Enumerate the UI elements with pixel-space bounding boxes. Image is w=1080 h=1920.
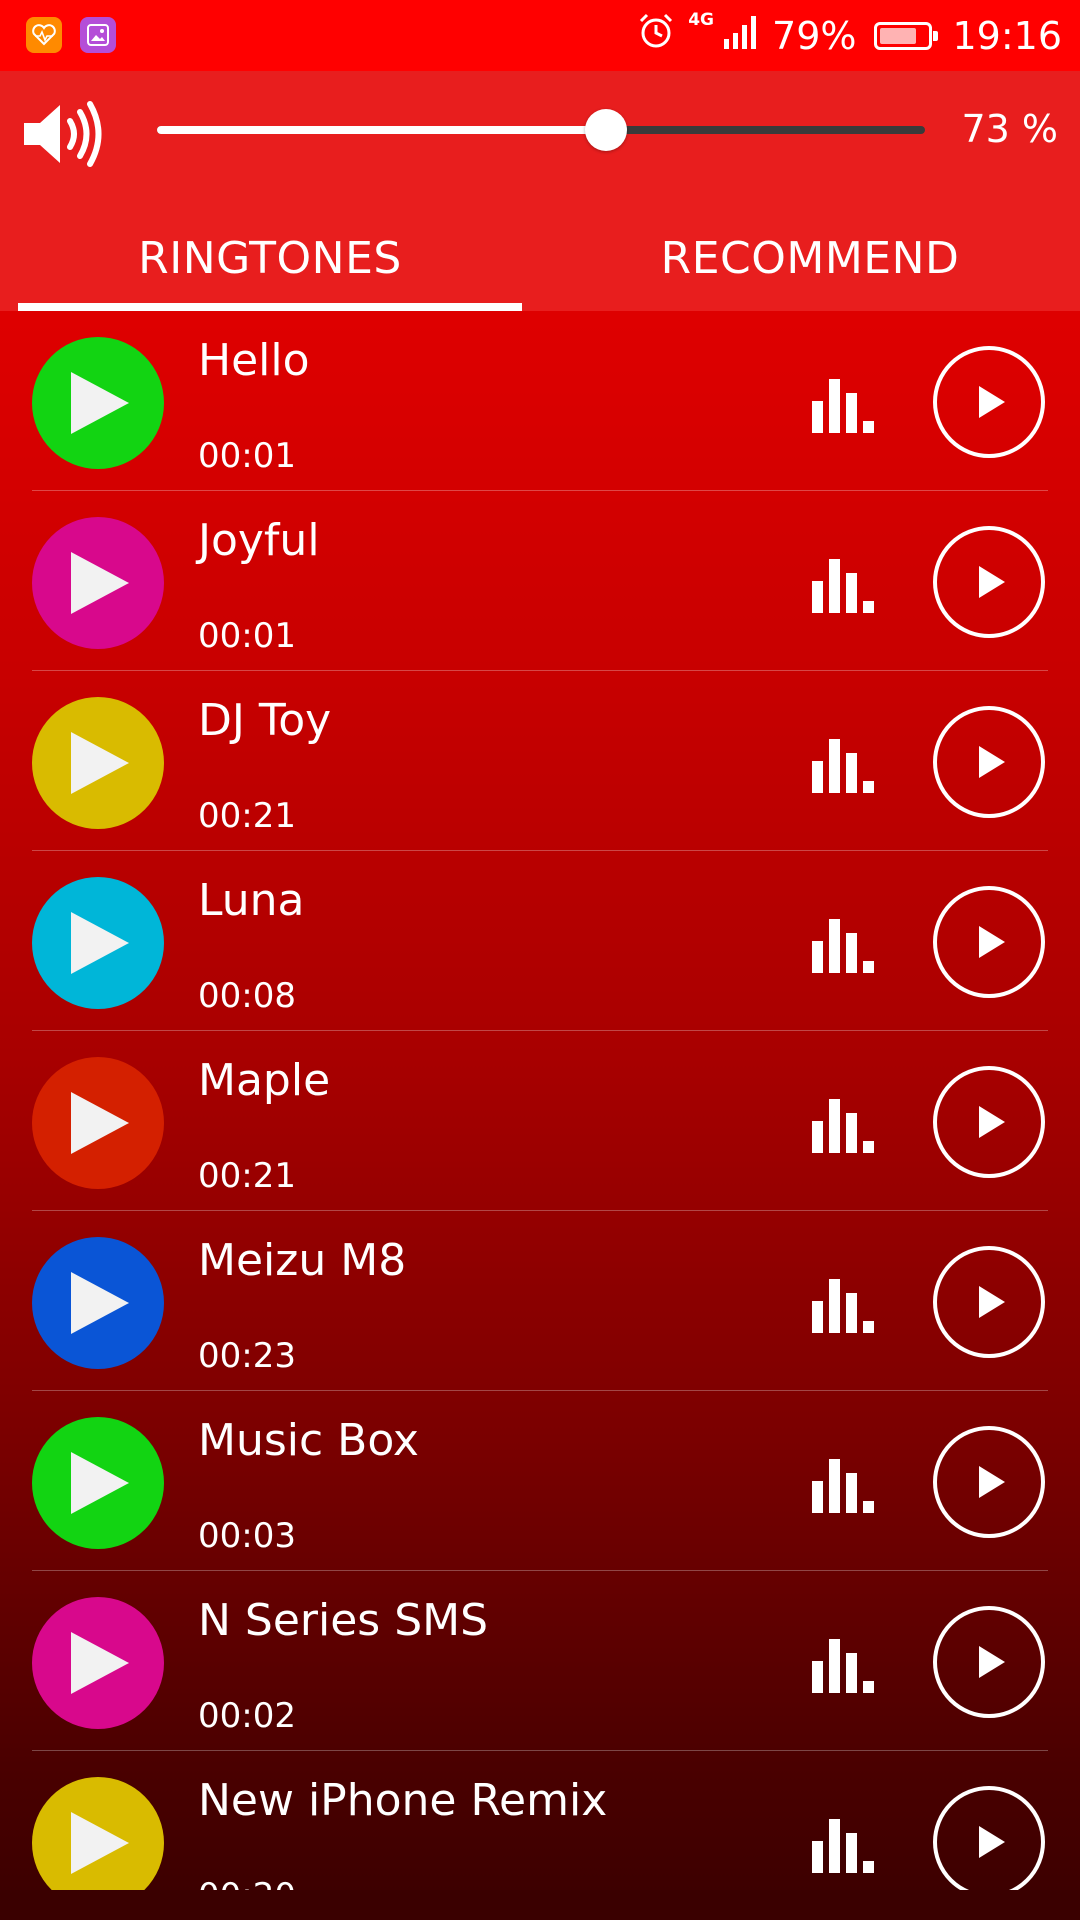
ringtone-avatar-play-icon[interactable] (32, 517, 164, 649)
list-item[interactable]: Hello 00:01 (0, 311, 1080, 491)
play-icon (979, 1106, 1005, 1138)
play-button[interactable] (933, 1426, 1045, 1538)
bottom-edge (0, 1890, 1080, 1920)
list-item[interactable]: Joyful 00:01 (0, 491, 1080, 671)
ringtone-avatar-play-icon[interactable] (32, 1417, 164, 1549)
active-tab-indicator (18, 303, 522, 311)
play-icon (979, 1826, 1005, 1858)
ringtone-avatar-play-icon[interactable] (32, 1777, 164, 1891)
speaker-icon[interactable] (20, 99, 106, 173)
equalizer-icon (810, 1633, 884, 1697)
tab-recommend[interactable]: RECOMMEND (540, 221, 1080, 311)
volume-percent: 73 % (961, 107, 1058, 151)
volume-slider-fill (157, 126, 606, 134)
play-button[interactable] (933, 346, 1045, 458)
signal-icon (720, 11, 760, 60)
ringtone-title: Meizu M8 (198, 1235, 407, 1286)
health-app-icon (26, 17, 62, 53)
ringtone-duration: 00:08 (198, 976, 296, 1016)
network-type: 4G (688, 9, 715, 30)
ringtone-duration: 00:01 (198, 436, 296, 476)
ringtone-title: Luna (198, 875, 305, 926)
ringtone-list: Hello 00:01 Joyful 00:01 DJ Toy 00:21 Lu… (0, 311, 1080, 1891)
equalizer-icon (810, 733, 884, 797)
ringtone-avatar-play-icon[interactable] (32, 1237, 164, 1369)
equalizer-icon (810, 553, 884, 617)
tab-bar: RINGTONES RECOMMEND (0, 221, 1080, 311)
play-icon (979, 1646, 1005, 1678)
list-item[interactable]: New iPhone Remix 00:20 (0, 1751, 1080, 1891)
play-icon (979, 1466, 1005, 1498)
play-icon (979, 386, 1005, 418)
tab-recommend-label: RECOMMEND (660, 233, 960, 284)
play-icon (979, 926, 1005, 958)
ringtone-duration: 00:02 (198, 1696, 296, 1736)
ringtone-duration: 00:21 (198, 796, 296, 836)
list-item[interactable]: Maple 00:21 (0, 1031, 1080, 1211)
play-icon (979, 566, 1005, 598)
play-button[interactable] (933, 1246, 1045, 1358)
ringtone-title: Joyful (198, 515, 320, 566)
play-icon (979, 1286, 1005, 1318)
tab-ringtones-label: RINGTONES (138, 233, 402, 284)
equalizer-icon (810, 1273, 884, 1337)
app-header: 73 % RINGTONES RECOMMEND (0, 71, 1080, 311)
battery-icon (874, 21, 939, 50)
play-button[interactable] (933, 526, 1045, 638)
ringtone-duration: 00:01 (198, 616, 296, 656)
ringtone-avatar-play-icon[interactable] (32, 877, 164, 1009)
equalizer-icon (810, 913, 884, 977)
ringtone-duration: 00:21 (198, 1156, 296, 1196)
list-item[interactable]: N Series SMS 00:02 (0, 1571, 1080, 1751)
play-button[interactable] (933, 886, 1045, 998)
volume-row: 73 % (0, 71, 1080, 196)
volume-slider-thumb[interactable] (585, 109, 627, 151)
play-button[interactable] (933, 1606, 1045, 1718)
alarm-icon (636, 11, 676, 60)
equalizer-icon (810, 373, 884, 437)
list-item[interactable]: DJ Toy 00:21 (0, 671, 1080, 851)
ringtone-title: Hello (198, 335, 310, 386)
volume-slider[interactable] (157, 109, 925, 151)
ringtone-duration: 00:03 (198, 1516, 296, 1556)
list-item[interactable]: Meizu M8 00:23 (0, 1211, 1080, 1391)
battery-percent: 79% (772, 13, 857, 58)
ringtone-title: New iPhone Remix (198, 1775, 608, 1826)
play-button[interactable] (933, 1066, 1045, 1178)
gallery-app-icon (80, 17, 116, 53)
clock: 19:16 (952, 13, 1062, 58)
ringtone-title: DJ Toy (198, 695, 332, 746)
play-button[interactable] (933, 1786, 1045, 1891)
play-button[interactable] (933, 706, 1045, 818)
tab-ringtones[interactable]: RINGTONES (0, 221, 540, 311)
ringtone-title: Music Box (198, 1415, 419, 1466)
play-icon (979, 746, 1005, 778)
ringtone-duration: 00:20 (198, 1876, 296, 1891)
status-bar: 4G 79% 19:16 (0, 0, 1080, 71)
list-item[interactable]: Music Box 00:03 (0, 1391, 1080, 1571)
equalizer-icon (810, 1093, 884, 1157)
ringtone-duration: 00:23 (198, 1336, 296, 1376)
equalizer-icon (810, 1453, 884, 1517)
ringtone-title: N Series SMS (198, 1595, 489, 1646)
screen: 4G 79% 19:16 73 % RINGTONES RECOMMEND He… (0, 0, 1080, 1920)
equalizer-icon (810, 1813, 884, 1877)
ringtone-title: Maple (198, 1055, 331, 1106)
ringtone-avatar-play-icon[interactable] (32, 1597, 164, 1729)
ringtone-avatar-play-icon[interactable] (32, 337, 164, 469)
ringtone-avatar-play-icon[interactable] (32, 697, 164, 829)
ringtone-avatar-play-icon[interactable] (32, 1057, 164, 1189)
list-item[interactable]: Luna 00:08 (0, 851, 1080, 1031)
